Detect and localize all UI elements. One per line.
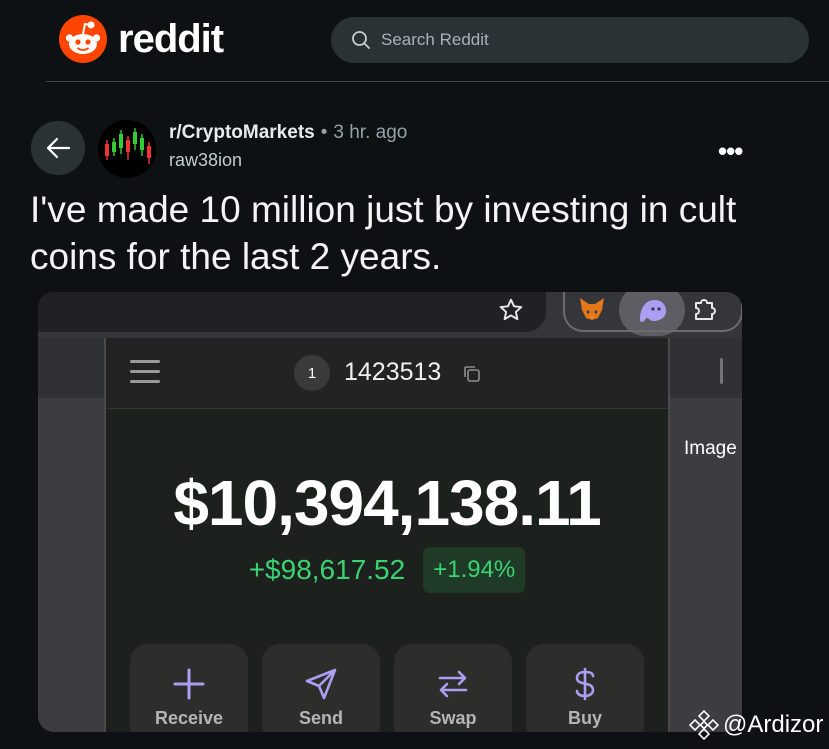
- extensions-puzzle-icon[interactable]: [690, 295, 718, 323]
- reddit-snoo-icon: [59, 15, 107, 63]
- reddit-wordmark: reddit: [118, 16, 224, 61]
- swap-button[interactable]: Swap: [394, 644, 512, 732]
- candlestick-icon: [98, 120, 156, 178]
- search-bar[interactable]: [331, 17, 809, 63]
- swap-label: Swap: [429, 708, 477, 728]
- send-button[interactable]: Send: [262, 644, 380, 732]
- swap-icon: [438, 670, 468, 698]
- back-button[interactable]: [31, 121, 85, 175]
- browser-address-bar: [38, 292, 546, 332]
- meta-separator: •: [320, 122, 328, 143]
- wallet-balance: $10,394,138.11: [173, 467, 601, 539]
- toolbar-separator: [720, 358, 723, 384]
- search-input[interactable]: [379, 29, 763, 51]
- post-image[interactable]: 1 1423513 $10,394,138.11 +$98,617.52 +1.…: [38, 292, 742, 732]
- star-icon: [499, 298, 523, 321]
- reddit-logo[interactable]: reddit: [58, 14, 224, 64]
- fox-icon[interactable]: [578, 296, 606, 322]
- balance-change: +$98,617.52 +1.94%: [106, 547, 668, 593]
- copy-icon[interactable]: [462, 364, 482, 384]
- subreddit-avatar[interactable]: [98, 120, 156, 178]
- subreddit-name[interactable]: r/CryptoMarkets: [169, 122, 315, 144]
- post-author[interactable]: raw38ion: [169, 150, 242, 171]
- account-badge[interactable]: 1: [294, 355, 330, 391]
- more-options-button[interactable]: •••: [718, 136, 743, 167]
- binance-logo-icon: [689, 710, 719, 740]
- change-amount: +$98,617.52: [248, 554, 406, 585]
- receive-label: Receive: [154, 708, 224, 728]
- wallet-popup: 1 1423513 $10,394,138.11 +$98,617.52 +1.…: [104, 338, 670, 732]
- image-badge: Image: [684, 438, 737, 459]
- watermark: @Ardizor: [689, 710, 823, 740]
- post-time: 3 hr. ago: [333, 122, 408, 143]
- receive-button[interactable]: Receive: [130, 644, 248, 732]
- browser-right-band: [670, 338, 742, 398]
- header-divider: [46, 81, 829, 82]
- change-percent-badge: +1.94%: [423, 547, 526, 593]
- watermark-handle: @Ardizor: [723, 711, 824, 738]
- wallet-actions: Receive Send Swap Buy: [130, 644, 644, 732]
- search-icon: [352, 31, 370, 49]
- post-title: I've made 10 million just by investing i…: [30, 189, 737, 277]
- send-icon: [305, 668, 337, 700]
- ghost-icon[interactable]: [636, 298, 668, 324]
- wallet-header: 1 1423513: [106, 338, 668, 409]
- post-meta: r/CryptoMarkets • 3 hr. ago: [169, 122, 407, 144]
- buy-button[interactable]: Buy: [526, 644, 644, 732]
- plus-icon: [173, 668, 205, 700]
- account-id[interactable]: 1423513: [344, 358, 441, 387]
- arrow-left-icon: [46, 137, 71, 159]
- dollar-icon: [575, 667, 595, 701]
- hamburger-menu-icon[interactable]: [130, 360, 160, 384]
- browser-left-band: [38, 338, 104, 398]
- buy-label: Buy: [567, 708, 602, 728]
- send-label: Send: [298, 708, 343, 728]
